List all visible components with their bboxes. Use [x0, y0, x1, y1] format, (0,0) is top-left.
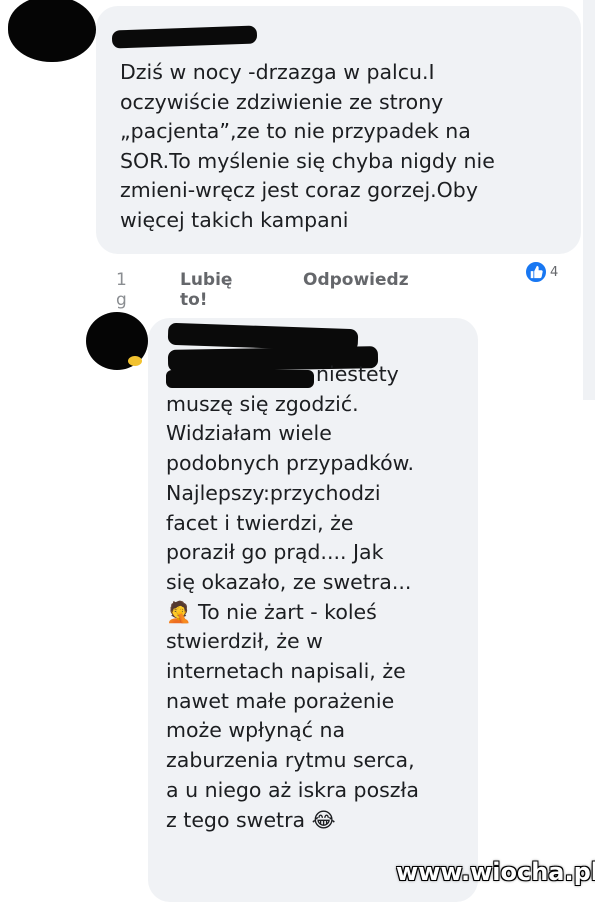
like-button[interactable]: Lubię to! [180, 270, 232, 310]
watermark: www.wiocha.pl [396, 858, 595, 886]
reply-bubble: niestety muszę się zgodzić. Widziałam wi… [148, 318, 478, 902]
avatar-badge [128, 356, 142, 366]
thumbs-up-icon [524, 260, 548, 284]
right-scroll-strip [583, 0, 595, 400]
comment-timestamp[interactable]: 1 g [116, 270, 127, 310]
redacted-author-name [111, 25, 258, 49]
avatar[interactable] [8, 0, 96, 62]
reply-button[interactable]: Odpowiedz [303, 270, 409, 290]
comment-text: niestety muszę się zgodzić. Widziałam wi… [166, 362, 419, 832]
comment-text: Dziś w nocy -drzazga w palcu.I oczywiści… [120, 60, 495, 232]
avatar[interactable] [86, 312, 148, 370]
reaction-summary[interactable]: 4 [524, 260, 558, 284]
comment-bubble: Dziś w nocy -drzazga w palcu.I oczywiści… [96, 6, 581, 254]
reaction-count: 4 [550, 264, 559, 280]
